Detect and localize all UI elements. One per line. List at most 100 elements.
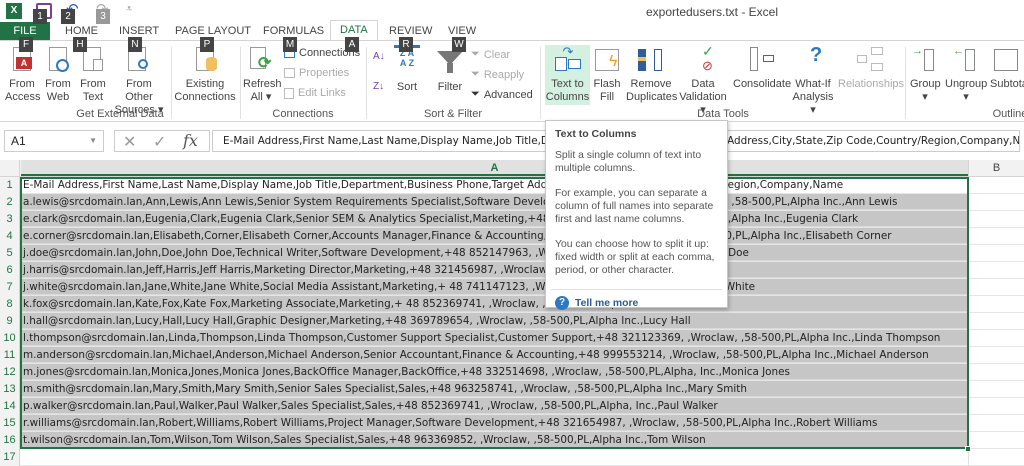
cell-a[interactable]: j.white@srcdomain.lan,Jane,White,Jane Wh… (21, 279, 968, 295)
cell-a[interactable]: e.corner@srcdomain.lan,Elisabeth,Corner,… (21, 228, 968, 244)
cell-b[interactable] (968, 296, 1024, 313)
cell-b[interactable] (968, 449, 1024, 466)
insert-function-icon[interactable]: fx (183, 131, 198, 150)
tell-me-more-link[interactable]: ? Tell me more (551, 289, 722, 310)
text-to-columns-button[interactable]: ↷ Text to Columns (545, 45, 590, 105)
keytip-2: 2 (61, 9, 75, 24)
cell-b[interactable] (968, 347, 1024, 364)
refresh-all-button[interactable]: ⟳ Refresh All ▾ (243, 45, 282, 104)
row-header[interactable]: 4 (0, 228, 20, 245)
cell-b[interactable] (968, 364, 1024, 381)
row-header[interactable]: 13 (0, 381, 20, 398)
cell-b[interactable] (968, 262, 1024, 279)
sort-button[interactable]: Z AA Z Sort (392, 45, 422, 94)
sort-a-z-button[interactable]: A↓ (373, 51, 385, 62)
row-header[interactable]: 11 (0, 347, 20, 364)
cell-b[interactable] (968, 228, 1024, 245)
remove-duplicates-button[interactable]: Remove Duplicates (626, 45, 677, 104)
cell-a[interactable]: m.jones@srcdomain.lan,Monica,Jones,Monic… (21, 364, 968, 380)
keytip-r: R (399, 37, 413, 52)
edit-links-button[interactable]: Edit Links (284, 87, 346, 99)
column-headers: A B (0, 160, 1024, 177)
from-text-button[interactable]: From Text (79, 45, 107, 104)
flash-fill-button[interactable]: ϟ Flash Fill (593, 45, 621, 104)
cell-a[interactable]: m.smith@srcdomain.lan,Mary,Smith,Mary Sm… (21, 381, 968, 397)
cell-a[interactable]: j.harris@srcdomain.lan,Jeff,Harris,Jeff … (21, 262, 968, 278)
cell-a[interactable]: E-Mail Address,First Name,Last Name,Disp… (21, 177, 968, 193)
select-all-button[interactable] (0, 160, 20, 177)
tab-page-layout[interactable]: PAGE LAYOUT (175, 25, 251, 37)
row-header[interactable]: 1 (0, 177, 20, 194)
name-box[interactable]: A1 ▼ (4, 130, 104, 152)
row-header[interactable]: 6 (0, 262, 20, 279)
cell-a[interactable] (21, 449, 968, 465)
from-access-button[interactable]: A From Access (5, 45, 40, 104)
cell-b[interactable] (968, 330, 1024, 347)
consolidate-button[interactable]: Consolidate (733, 45, 791, 91)
from-web-button[interactable]: From Web (43, 45, 73, 104)
chevron-down-icon[interactable]: ▼ (89, 136, 97, 145)
fill-handle[interactable] (965, 446, 971, 452)
cell-a[interactable]: k.fox@srcdomain.lan,Kate,Fox,Kate Fox,Ma… (21, 296, 968, 312)
cell-b[interactable] (968, 313, 1024, 330)
tab-view[interactable]: VIEW (448, 25, 476, 37)
row-header[interactable]: 10 (0, 330, 20, 347)
tab-review[interactable]: REVIEW (389, 25, 432, 37)
enter-icon[interactable]: ✓ (153, 132, 166, 152)
row-header[interactable]: 16 (0, 432, 20, 449)
table-row: 15 r.williams@srcdomain.lan,Robert,Willia… (0, 415, 1024, 432)
cell-b[interactable] (968, 211, 1024, 228)
cell-b[interactable] (968, 194, 1024, 211)
filter-button[interactable]: Filter (435, 45, 465, 94)
cell-b[interactable] (968, 398, 1024, 415)
ungroup-button[interactable]: ← Ungroup ▾ (945, 45, 987, 104)
cell-a[interactable]: l.hall@srcdomain.lan,Lucy,Hall,Lucy Hall… (21, 313, 968, 329)
group-button[interactable]: → Group ▾ (910, 45, 941, 104)
row-header[interactable]: 8 (0, 296, 20, 313)
row-header[interactable]: 14 (0, 398, 20, 415)
row-header[interactable]: 3 (0, 211, 20, 228)
help-icon: ? (555, 296, 569, 310)
cell-a[interactable]: t.wilson@srcdomain.lan,Tom,Wilson,Tom Wi… (21, 432, 968, 448)
column-header-a[interactable]: A (21, 160, 968, 176)
tab-home[interactable]: HOME (65, 25, 98, 37)
what-if-analysis-button[interactable]: ? What-If Analysis ▾ (791, 45, 835, 117)
cell-b[interactable] (968, 432, 1024, 449)
row-header[interactable]: 5 (0, 245, 20, 262)
cell-a[interactable]: p.walker@srcdomain.lan,Paul,Walker,Paul … (21, 398, 968, 414)
sort-z-a-button[interactable]: Z↓ (373, 81, 384, 92)
row-header[interactable]: 15 (0, 415, 20, 432)
web-icon (43, 45, 73, 75)
tab-formulas[interactable]: FORMULAS (263, 25, 324, 37)
cell-a[interactable]: l.thompson@srcdomain.lan,Linda,Thompson,… (21, 330, 968, 346)
existing-connections-button[interactable]: Existing Connections (174, 45, 236, 104)
relationships-button[interactable]: Relationships (838, 45, 904, 91)
reapply-button[interactable]: ⏷ Reapply (471, 68, 524, 81)
cell-a[interactable]: e.clark@srcdomain.lan,Eugenia,Clark,Euge… (21, 211, 968, 227)
cell-a[interactable]: m.anderson@srcdomain.lan,Michael,Anderso… (21, 347, 968, 363)
cell-b[interactable] (968, 245, 1024, 262)
table-row: 16 t.wilson@srcdomain.lan,Tom,Wilson,Tom … (0, 432, 1024, 449)
cell-b[interactable] (968, 279, 1024, 296)
row-header[interactable]: 9 (0, 313, 20, 330)
cell-a[interactable]: r.williams@srcdomain.lan,Robert,Williams… (21, 415, 968, 431)
from-other-sources-button[interactable]: From Other Sources ▾ (111, 45, 167, 117)
subtotal-button[interactable]: Subtota (990, 45, 1024, 91)
tab-insert[interactable]: INSERT (119, 25, 159, 37)
row-header[interactable]: 7 (0, 279, 20, 296)
data-validation-button[interactable]: ✓ ⊘ Data Validation ▾ (678, 44, 728, 117)
cell-b[interactable] (968, 415, 1024, 432)
row-header[interactable]: 12 (0, 364, 20, 381)
cell-b[interactable] (968, 177, 1024, 194)
row-header[interactable]: 17 (0, 449, 20, 466)
column-header-b[interactable]: B (968, 160, 1024, 176)
row-header[interactable]: 2 (0, 194, 20, 211)
group-icon: → (910, 45, 940, 75)
properties-button[interactable]: Properties (284, 67, 349, 79)
cancel-icon[interactable]: ✕ (123, 132, 136, 152)
cell-b[interactable] (968, 381, 1024, 398)
cell-a[interactable]: a.lewis@srcdomain.lan,Ann,Lewis,Ann Lewi… (21, 194, 968, 210)
advanced-button[interactable]: ⏷ Advanced (471, 88, 533, 101)
clear-button[interactable]: ⏷ Clear (471, 48, 510, 61)
cell-a[interactable]: j.doe@srcdomain.lan,John,Doe,John Doe,Te… (21, 245, 968, 261)
